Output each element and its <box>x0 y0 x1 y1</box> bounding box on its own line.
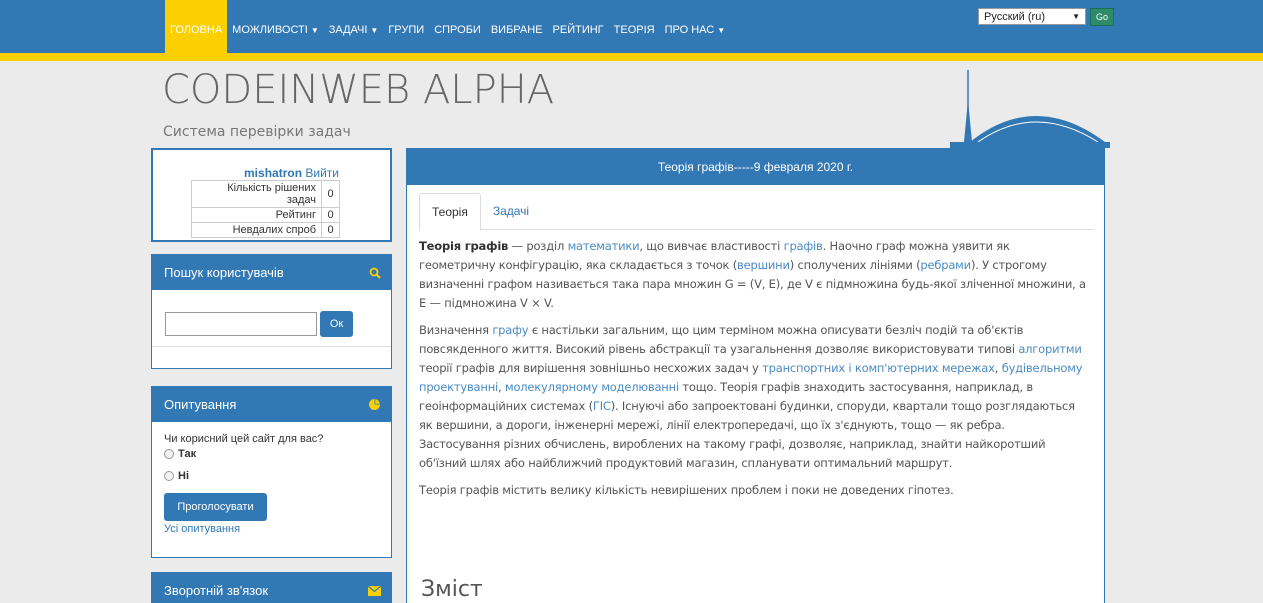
link-networks[interactable]: транспортних і комп'ютерних мережах <box>762 361 995 375</box>
user-line: mishatron Вийти <box>153 166 390 180</box>
nav-item[interactable]: ТЕОРІЯ <box>609 0 660 53</box>
nav-item[interactable]: ГРУПИ <box>383 0 429 53</box>
nav-item[interactable]: МОЖЛИВОСТІ ▼ <box>227 0 324 53</box>
panel-title: Пошук користувачів <box>164 265 284 280</box>
nav-item-label: СПРОБИ <box>434 24 481 36</box>
link-molecular[interactable]: молекулярному моделюванні <box>505 380 679 394</box>
radio-button[interactable] <box>164 449 174 459</box>
article-heading: Теорія графів-----9 февраля 2020 г. <box>407 149 1104 185</box>
link-gis[interactable]: ГІС <box>593 399 611 413</box>
caret-down-icon: ▼ <box>717 26 726 35</box>
go-button[interactable]: Go <box>1090 8 1114 26</box>
site-title: CODEINWEB ALPHA <box>162 67 555 113</box>
user-search-panel: Пошук користувачів Ок <box>151 254 392 369</box>
panel-header[interactable]: Зворотній зв'язок <box>152 573 391 603</box>
article-panel: Теорія графів-----9 февраля 2020 г. Теор… <box>406 148 1105 603</box>
poll-option-label: Так <box>178 448 197 460</box>
username-link[interactable]: mishatron <box>244 166 302 180</box>
panel-header: Пошук користувачів <box>152 255 391 290</box>
nav-item[interactable]: ВИБРАНЕ <box>486 0 548 53</box>
user-stats-table: Кількість рішених задач 0 Рейтинг 0 Невд… <box>191 180 340 238</box>
stats-row: Рейтинг 0 <box>191 207 340 223</box>
article-paragraph: Теорія графів — розділ математики, що ви… <box>419 239 1086 310</box>
stats-label: Невдалих спроб <box>191 222 322 238</box>
nav-item[interactable]: ГОЛОВНА <box>165 0 228 53</box>
panel-header: Опитування <box>152 387 391 422</box>
stats-label: Кількість рішених задач <box>191 180 322 208</box>
poll-option-label: Ні <box>178 470 189 482</box>
poll-question: Чи корисний цей сайт для вас? <box>164 433 324 445</box>
toc-heading: Зміст <box>421 577 483 602</box>
nav-item-label: ГОЛОВНА <box>170 24 223 36</box>
article-tabs: Теорія Задачі <box>419 193 1093 231</box>
nav-item-label: ВИБРАНЕ <box>490 24 543 36</box>
tab-problems[interactable]: Задачі <box>481 193 541 230</box>
language-select[interactable]: Русский (ru) ▼ <box>978 8 1086 25</box>
stats-row: Невдалих спроб 0 <box>191 222 340 238</box>
poll-option-yes[interactable]: Так <box>164 448 196 460</box>
nav-item-label: ПРО НАС <box>664 24 715 36</box>
nav-item[interactable]: ЗАДАЧІ ▼ <box>324 0 384 53</box>
poll-option-no[interactable]: Ні <box>164 470 189 482</box>
term: Теорія графів <box>419 239 509 253</box>
divider <box>152 346 391 347</box>
stats-value: 0 <box>321 222 340 238</box>
nav-item-label: МОЖЛИВОСТІ <box>232 24 308 36</box>
search-icon <box>369 267 381 279</box>
accent-stripe <box>0 53 1263 61</box>
link-algorithms[interactable]: алгоритми <box>1018 342 1082 356</box>
article-body: Теорія графів — розділ математики, що ви… <box>419 237 1089 508</box>
user-panel: mishatron Вийти Кількість рішених задач … <box>151 148 392 242</box>
tower-logo-icon <box>950 70 1110 148</box>
article-paragraph: Теорія графів містить велику кількість н… <box>419 483 954 497</box>
nav-item-label: ТЕОРІЯ <box>613 24 655 36</box>
vote-button[interactable]: Проголосувати <box>164 493 267 521</box>
panel-title: Опитування <box>164 397 237 412</box>
language-select-value: Русский (ru) <box>984 10 1045 23</box>
top-navbar: ГОЛОВНА МОЖЛИВОСТІ ▼ ЗАДАЧІ ▼ ГРУПИ СПРОБИ ВИБР… <box>0 0 1263 53</box>
logout-link[interactable]: Вийти <box>305 166 339 180</box>
tab-theory[interactable]: Теорія <box>419 193 481 231</box>
user-search-input[interactable] <box>165 312 317 336</box>
link-mathematics[interactable]: математики <box>568 239 640 253</box>
caret-down-icon: ▼ <box>310 26 319 35</box>
link-graphs[interactable]: графів <box>784 239 823 253</box>
link-edges[interactable]: ребрами <box>920 258 971 272</box>
caret-down-icon: ▼ <box>370 26 379 35</box>
nav-menu: ГОЛОВНА МОЖЛИВОСТІ ▼ ЗАДАЧІ ▼ ГРУПИ СПРОБИ ВИБР… <box>165 0 730 53</box>
nav-item[interactable]: РЕЙТИНГ <box>548 0 609 53</box>
nav-item[interactable]: ПРО НАС ▼ <box>660 0 731 53</box>
nav-item-label: ГРУПИ <box>388 24 425 36</box>
search-ok-button[interactable]: Ок <box>320 311 353 337</box>
link-graph[interactable]: графу <box>492 323 528 337</box>
nav-item[interactable]: СПРОБИ <box>429 0 486 53</box>
panel-title: Зворотній зв'язок <box>164 583 269 598</box>
link-vertices[interactable]: вершини <box>737 258 790 272</box>
stats-value: 0 <box>321 180 340 208</box>
envelope-icon <box>368 585 381 596</box>
pie-chart-icon <box>369 399 380 410</box>
article-paragraph: Визначення графу є настільки загальним, … <box>419 323 1083 470</box>
feedback-panel: Зворотній зв'язок <box>151 572 392 603</box>
all-polls-link[interactable]: Усі опитування <box>164 523 240 535</box>
stats-value: 0 <box>321 207 340 223</box>
radio-button[interactable] <box>164 471 174 481</box>
stats-row: Кількість рішених задач 0 <box>191 180 340 208</box>
site-subtitle: Система перевірки задач <box>163 124 351 140</box>
poll-panel: Опитування Чи корисний цей сайт для вас?… <box>151 386 392 558</box>
stats-label: Рейтинг <box>191 207 322 223</box>
chevron-down-icon: ▼ <box>1072 12 1080 21</box>
nav-item-label: ЗАДАЧІ <box>328 24 368 36</box>
nav-item-label: РЕЙТИНГ <box>552 24 604 36</box>
